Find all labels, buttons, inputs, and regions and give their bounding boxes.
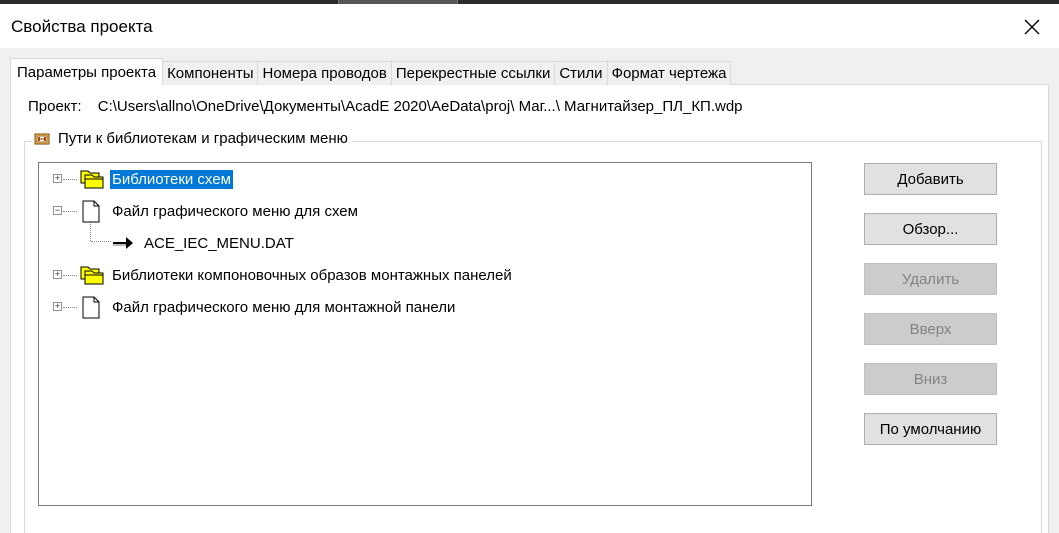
library-paths-caption: Пути к библиотекам и графическим меню [32, 130, 352, 147]
default-button[interactable]: По умолчанию [864, 413, 997, 445]
tree-guide-line [63, 275, 77, 276]
folders-icon [80, 170, 104, 189]
add-button[interactable]: Добавить [864, 163, 997, 195]
close-button[interactable] [1015, 12, 1049, 42]
document-icon [82, 296, 100, 319]
tree-item[interactable]: Библиотеки компоновочных образов монтажн… [79, 263, 514, 287]
move-down-button[interactable]: Вниз [864, 363, 997, 395]
tree-item[interactable]: ACE_IEC_MENU.DAT [111, 231, 296, 255]
tab-strip: Параметры проекта Компоненты Номера пров… [10, 58, 732, 85]
arrow-right-icon [113, 237, 133, 249]
tree-item[interactable]: Файл графического меню для монтажной пан… [79, 295, 457, 319]
dialog-client-area: Параметры проекта Компоненты Номера пров… [0, 48, 1059, 533]
tree-guide-line [91, 241, 111, 242]
tree-guide-line [63, 211, 77, 212]
tree-item[interactable]: Файл графического меню для схем [79, 199, 360, 223]
tree-item-label: Файл графического меню для монтажной пан… [112, 298, 456, 316]
tab-cross-references[interactable]: Перекрестные ссылки [390, 61, 556, 85]
tab-styles[interactable]: Стили [554, 61, 608, 85]
tree-item-label: Библиотеки компоновочных образов монтажн… [112, 266, 512, 284]
library-paths-caption-text: Пути к библиотекам и графическим меню [58, 130, 348, 147]
tab-drawing-format[interactable]: Формат чертежа [606, 61, 732, 85]
delete-button[interactable]: Удалить [864, 263, 997, 295]
library-tree[interactable]: + Библиотеки схем − Файл графического ме… [38, 162, 812, 506]
window-title: Свойства проекта [11, 17, 153, 36]
tree-item-label: Файл графического меню для схем [112, 202, 358, 220]
browse-button[interactable]: Обзор... [864, 213, 997, 245]
project-label: Проект: [28, 98, 82, 115]
library-paths-icon [34, 133, 50, 144]
close-icon [1024, 19, 1040, 35]
tree-expander-plus[interactable]: + [53, 174, 62, 183]
tree-expander-minus[interactable]: − [53, 206, 62, 215]
tree-expander-plus[interactable]: + [53, 302, 62, 311]
tab-components[interactable]: Компоненты [162, 61, 259, 85]
tree-item[interactable]: Библиотеки схем [79, 167, 233, 191]
folders-icon [80, 266, 104, 285]
tree-item-label: Библиотеки схем [110, 169, 233, 189]
tree-item-label: ACE_IEC_MENU.DAT [144, 234, 294, 252]
tab-wire-numbers[interactable]: Номера проводов [257, 61, 392, 85]
tree-guide-line [63, 307, 77, 308]
tree-guide-line [63, 179, 77, 180]
title-bar: Свойства проекта [0, 4, 1059, 48]
project-path-row: Проект: C:\Users\allno\OneDrive\Документ… [28, 98, 743, 115]
tab-project-settings[interactable]: Параметры проекта [10, 58, 164, 85]
move-up-button[interactable]: Вверх [864, 313, 997, 345]
tree-expander-plus[interactable]: + [53, 270, 62, 279]
document-icon [82, 200, 100, 223]
project-path: C:\Users\allno\OneDrive\Документы\AcadE … [97, 98, 743, 115]
